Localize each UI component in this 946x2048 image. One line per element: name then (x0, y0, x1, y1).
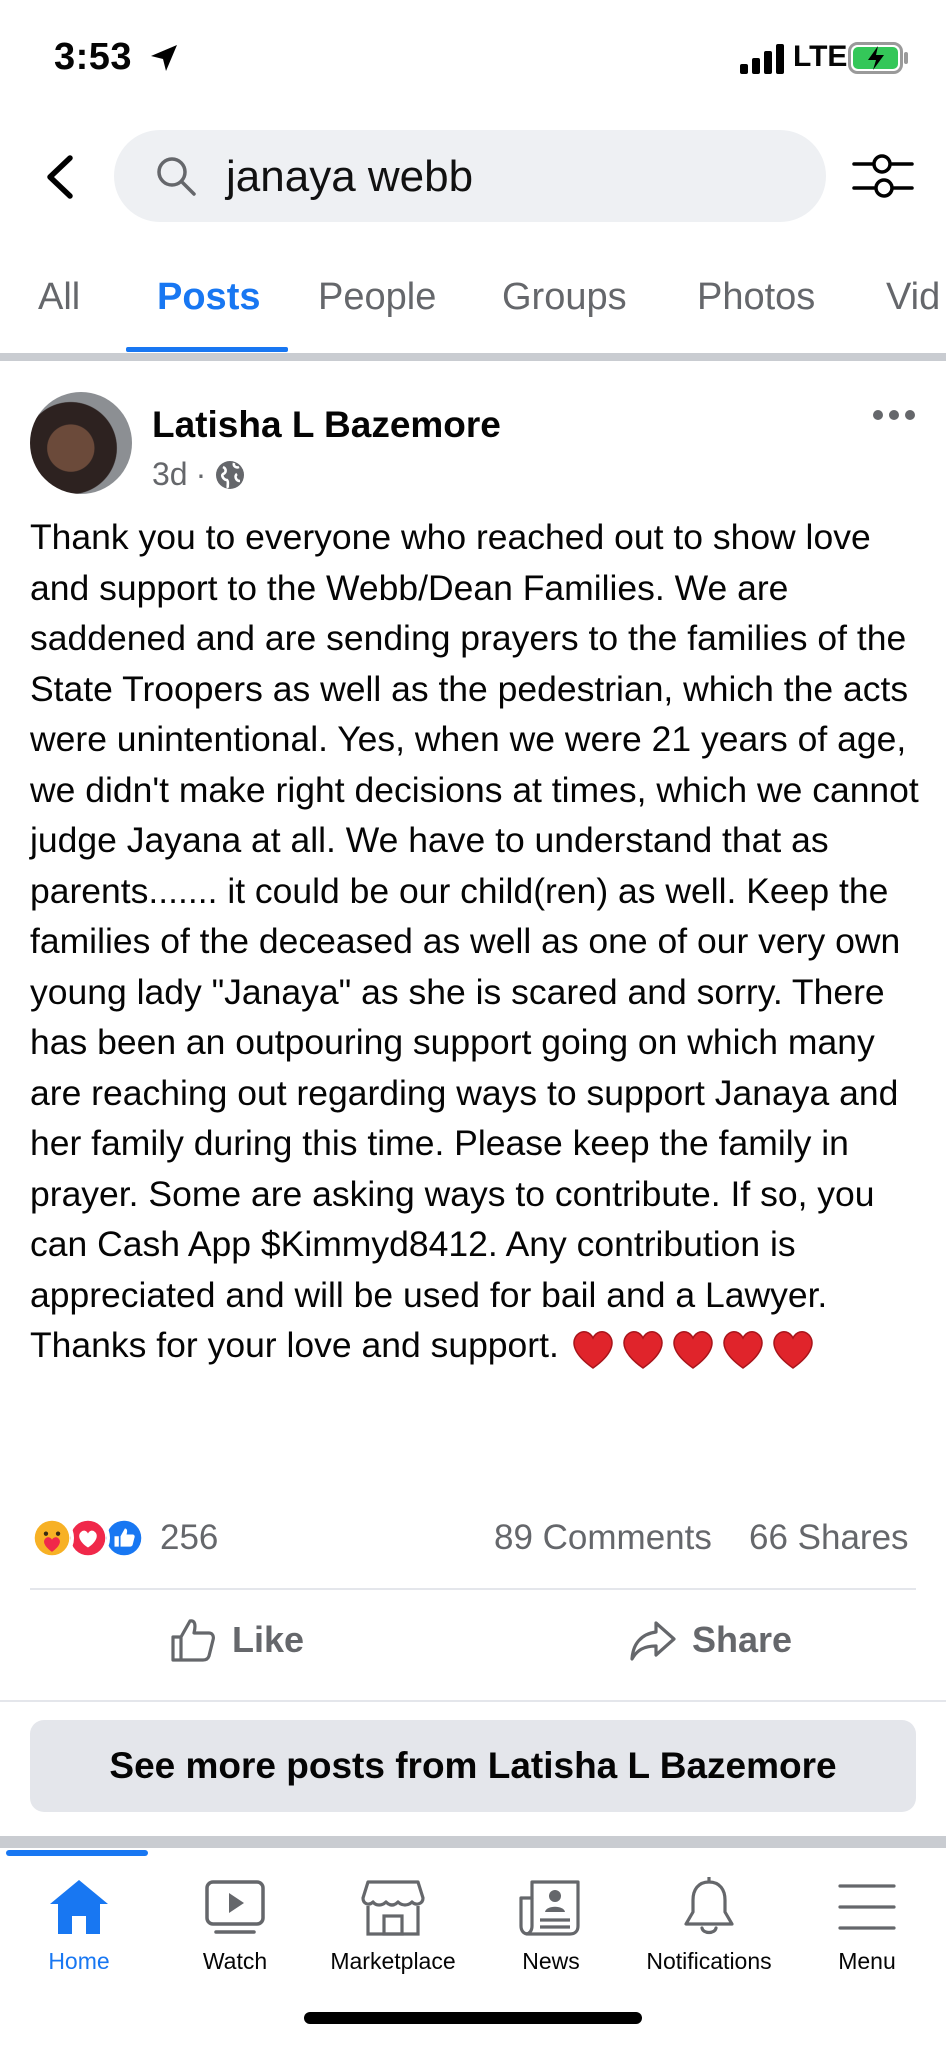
watch-icon (205, 1880, 265, 1934)
search-icon (157, 157, 196, 196)
see-more-section: See more posts from Latisha L Bazemore (0, 1700, 946, 1830)
search-input[interactable]: janaya webb (114, 130, 826, 222)
network-type: LTE (793, 40, 848, 73)
share-label: Share (692, 1619, 793, 1660)
reaction-summary[interactable]: 256 (30, 1514, 218, 1562)
menu-icon (838, 1884, 896, 1930)
feed-divider (0, 1836, 946, 1848)
nav-label-news: News (522, 1948, 580, 1974)
nav-home[interactable]: Home (0, 1876, 158, 1996)
post-author[interactable]: Latisha L Bazemore (152, 404, 501, 446)
tab-people[interactable]: People (318, 276, 436, 319)
tab-videos[interactable]: Vid (886, 276, 940, 319)
tab-posts[interactable]: Posts (157, 276, 260, 319)
post-divider (30, 1588, 916, 1590)
nav-watch[interactable]: Watch (156, 1876, 314, 1996)
search-query: janaya webb (226, 152, 474, 201)
more-options-icon[interactable] (872, 408, 916, 422)
search-tabs: All Posts People Groups Photos Vid (0, 258, 946, 354)
see-more-posts-button[interactable]: See more posts from Latisha L Bazemore (30, 1720, 916, 1812)
tab-groups[interactable]: Groups (502, 276, 627, 319)
post-text: Thank you to everyone who reached out to… (30, 517, 919, 1365)
nav-label-home: Home (48, 1948, 110, 1974)
nav-news[interactable]: News (472, 1876, 630, 1996)
like-label: Like (232, 1619, 305, 1660)
like-thumb-icon (171, 1619, 215, 1662)
nav-label-watch: Watch (202, 1948, 268, 1974)
header-divider (0, 353, 946, 361)
home-indicator (304, 2012, 642, 2024)
status-time: 3:53 (54, 36, 133, 78)
active-tab-indicator (126, 347, 288, 352)
back-chevron-icon[interactable] (42, 154, 78, 200)
post-body: Thank you to everyone who reached out to… (30, 512, 920, 1372)
post-meta: 3d · (152, 456, 246, 493)
avatar[interactable] (30, 392, 132, 494)
shares-count[interactable]: 66 Shares (749, 1518, 909, 1558)
tab-all[interactable]: All (38, 276, 80, 319)
filter-sliders-icon[interactable] (852, 150, 914, 202)
meta-separator: · (195, 456, 207, 492)
status-bar: 3:53 LTE (0, 0, 946, 118)
nav-label-notifications: Notifications (646, 1948, 772, 1974)
red-hearts-emoji-icon (573, 1330, 813, 1369)
care-reaction-icon (30, 1516, 74, 1560)
share-button[interactable]: Share (628, 1612, 792, 1668)
tab-photos[interactable]: Photos (697, 276, 815, 319)
marketplace-icon (361, 1880, 425, 1936)
location-arrow-icon (151, 45, 177, 71)
nav-menu[interactable]: Menu (788, 1876, 946, 1996)
nav-notifications[interactable]: Notifications (630, 1876, 788, 1996)
globe-icon (216, 460, 245, 489)
share-arrow-icon (630, 1621, 676, 1661)
home-icon (50, 1880, 108, 1934)
battery-charging-icon (848, 42, 908, 74)
news-icon (519, 1880, 580, 1936)
like-button[interactable]: Like (168, 1612, 304, 1668)
post-age[interactable]: 3d (152, 456, 188, 493)
comments-count[interactable]: 89 Comments (494, 1518, 712, 1558)
nav-label-marketplace: Marketplace (330, 1948, 456, 1974)
signal-icon (740, 44, 784, 74)
active-nav-indicator (6, 1850, 148, 1856)
nav-marketplace[interactable]: Marketplace (314, 1876, 472, 1996)
bell-icon (684, 1877, 734, 1935)
reaction-count: 256 (160, 1518, 219, 1557)
nav-label-menu: Menu (838, 1948, 896, 1974)
